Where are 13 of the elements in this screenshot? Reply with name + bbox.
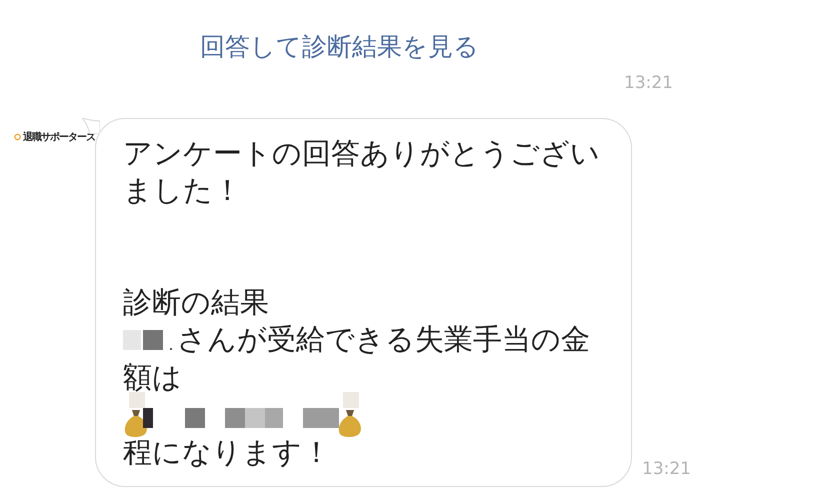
timestamp: 13:21 [624,73,673,93]
money-bag-icon [123,392,149,438]
result-link[interactable]: 回答して診断結果を見る [200,32,479,61]
message-text: 診断の結果 [123,284,269,321]
ring-logo-icon [14,131,21,143]
timestamp: 13:21 [642,458,691,478]
redaction-mosaic [123,328,173,352]
message-text: さんが受給できる失業手当の金 [177,321,590,358]
message-text: ました！ [123,172,242,210]
message-text: 額は [123,358,182,396]
money-bag-icon [337,392,363,438]
message-text: 程になります！ [123,434,331,471]
message-text: アンケートの回答ありがとうござい [123,134,600,172]
